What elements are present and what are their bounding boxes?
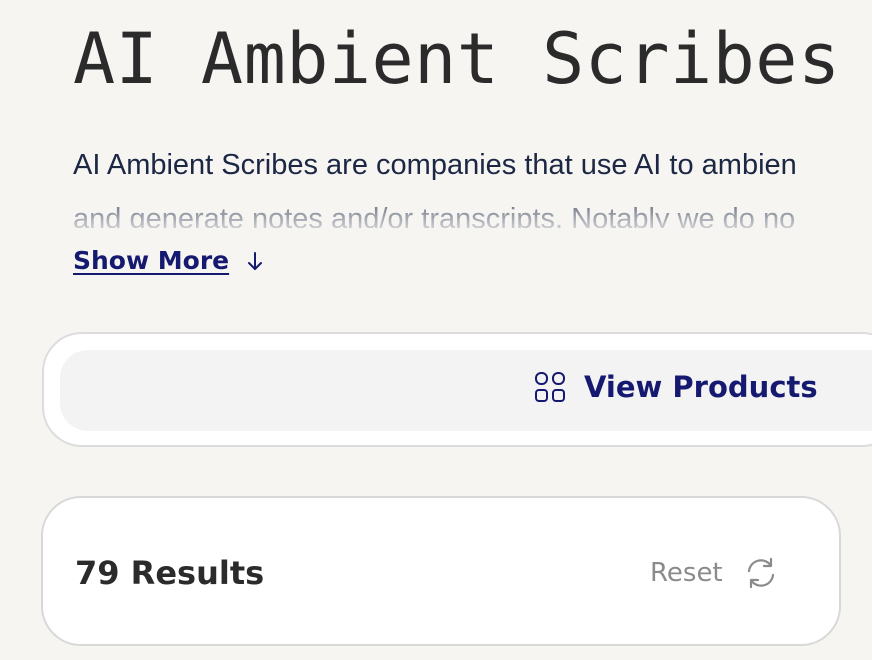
- show-more-button[interactable]: Show More: [73, 246, 267, 275]
- description-line-2: and generate notes and/or transcripts. N…: [73, 203, 796, 228]
- show-more-label: Show More: [73, 246, 230, 275]
- view-products-button[interactable]: View Products: [60, 350, 872, 431]
- view-products-panel: View Products: [42, 332, 872, 447]
- arrow-down-icon: [243, 249, 267, 273]
- view-products-label: View Products: [584, 370, 818, 404]
- category-description: AI Ambient Scribes are companies that us…: [73, 138, 872, 228]
- results-count: 79 Results: [75, 554, 265, 592]
- grid-icon: [534, 371, 566, 403]
- view-products-content: View Products: [534, 370, 818, 404]
- description-line-1: AI Ambient Scribes are companies that us…: [73, 149, 797, 181]
- results-header-card: 79 Results Reset: [41, 496, 841, 646]
- page-title: AI Ambient Scribes: [73, 18, 841, 100]
- refresh-icon: [743, 555, 779, 591]
- reset-label: Reset: [650, 558, 723, 588]
- reset-button[interactable]: Reset: [650, 555, 779, 591]
